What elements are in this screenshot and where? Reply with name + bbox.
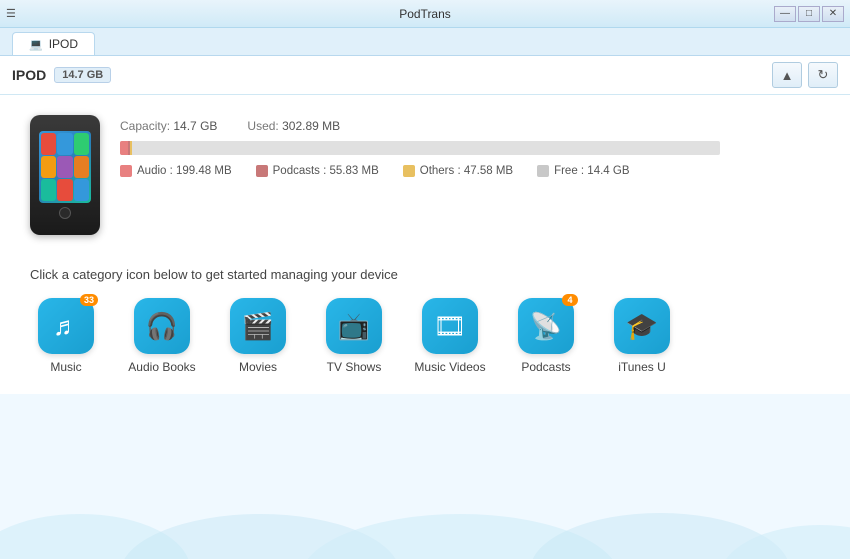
storage-bar <box>120 141 720 155</box>
category-icon-music: ♬ <box>38 298 94 354</box>
app-icon-1 <box>41 133 56 155</box>
bar-audio <box>120 141 128 155</box>
category-icon-wrap-audiobooks: 🎧 <box>134 298 190 354</box>
device-home-button <box>59 207 71 219</box>
category-icon-wrap-music: ♬33 <box>38 298 94 354</box>
category-icon-podcasts: 📡 <box>518 298 574 354</box>
device-stats: Capacity: 14.7 GB Used: 302.89 MB <box>120 115 820 177</box>
legend-free: Free : 14.4 GB <box>537 165 629 177</box>
capacity-value: 14.7 GB <box>173 119 217 133</box>
legend-others: Others : 47.58 MB <box>403 165 513 177</box>
app-icon-4 <box>41 156 56 178</box>
legend-podcasts: Podcasts : 55.83 MB <box>256 165 379 177</box>
category-grid: ♬33 Music 🎧 Audio Books 🎬 Movies 📺 TV Shows 🎞 Mus… <box>30 298 820 374</box>
storage-badge: 14.7 GB <box>54 67 111 83</box>
category-icon-wrap-musicvideos: 🎞 <box>422 298 478 354</box>
tab-ipod[interactable]: 💻 IPOD <box>12 32 95 55</box>
refresh-button[interactable]: ↻ <box>808 62 838 88</box>
storage-legend: Audio : 199.48 MB Podcasts : 55.83 MB Ot… <box>120 165 820 177</box>
device-actions: ▲ ↻ <box>772 62 838 88</box>
legend-podcasts-label: Podcasts : 55.83 MB <box>273 165 379 177</box>
category-badge-podcasts: 4 <box>562 294 578 306</box>
device-name-label: IPOD <box>12 67 46 83</box>
device-name-group: IPOD 14.7 GB <box>12 67 111 83</box>
category-icon-itunesu: 🎓 <box>614 298 670 354</box>
used-label: Used: <box>247 119 278 133</box>
category-label-audiobooks: Audio Books <box>128 360 195 374</box>
category-badge-music: 33 <box>80 294 98 306</box>
category-icon-audiobooks: 🎧 <box>134 298 190 354</box>
category-icon-wrap-tvshows: 📺 <box>326 298 382 354</box>
app-icon-7 <box>41 179 56 201</box>
capacity-label: Capacity: <box>120 119 170 133</box>
app-icon-8 <box>57 179 72 201</box>
bar-others <box>130 141 132 155</box>
category-label-music: Music <box>50 360 81 374</box>
category-item-itunesu[interactable]: 🎓 iTunes U <box>606 298 678 374</box>
legend-audio-label: Audio : 199.48 MB <box>137 165 232 177</box>
cloud-decoration <box>0 489 850 559</box>
category-icon-wrap-podcasts: 📡4 <box>518 298 574 354</box>
capacity-stat: Capacity: 14.7 GB <box>120 119 217 133</box>
menu-icon[interactable]: ☰ <box>6 7 16 20</box>
category-section: Click a category icon below to get start… <box>30 263 820 374</box>
app-icon-6 <box>74 156 89 178</box>
title-bar: ☰ PodTrans — □ ✕ <box>0 0 850 28</box>
app-icon-5 <box>57 156 72 178</box>
device-header: IPOD 14.7 GB ▲ ↻ <box>0 56 850 95</box>
stats-row: Capacity: 14.7 GB Used: 302.89 MB <box>120 119 820 133</box>
minimize-button[interactable]: — <box>774 6 796 22</box>
device-info-section: Capacity: 14.7 GB Used: 302.89 MB <box>30 115 820 235</box>
device-screen <box>39 131 91 203</box>
category-title: Click a category icon below to get start… <box>30 267 820 282</box>
eject-button[interactable]: ▲ <box>772 62 802 88</box>
category-label-itunesu: iTunes U <box>618 360 666 374</box>
category-icon-wrap-movies: 🎬 <box>230 298 286 354</box>
category-item-tvshows[interactable]: 📺 TV Shows <box>318 298 390 374</box>
app-icon-3 <box>74 133 89 155</box>
main-content: Capacity: 14.7 GB Used: 302.89 MB <box>0 95 850 394</box>
category-item-musicvideos[interactable]: 🎞 Music Videos <box>414 298 486 374</box>
legend-dot-others <box>403 165 415 177</box>
category-label-tvshows: TV Shows <box>327 360 382 374</box>
tab-device-icon: 💻 <box>29 38 43 51</box>
tab-label: IPOD <box>49 37 78 51</box>
category-label-movies: Movies <box>239 360 277 374</box>
used-stat: Used: 302.89 MB <box>247 119 340 133</box>
window-title: PodTrans <box>399 7 451 21</box>
category-label-musicvideos: Music Videos <box>414 360 485 374</box>
category-item-audiobooks[interactable]: 🎧 Audio Books <box>126 298 198 374</box>
app-icon-9 <box>74 179 89 201</box>
tab-bar: 💻 IPOD <box>0 28 850 56</box>
category-icon-wrap-itunesu: 🎓 <box>614 298 670 354</box>
category-icon-musicvideos: 🎞 <box>422 298 478 354</box>
storage-bar-container <box>120 141 820 155</box>
category-item-music[interactable]: ♬33 Music <box>30 298 102 374</box>
legend-dot-free <box>537 165 549 177</box>
category-item-podcasts[interactable]: 📡4 Podcasts <box>510 298 582 374</box>
category-item-movies[interactable]: 🎬 Movies <box>222 298 294 374</box>
legend-free-label: Free : 14.4 GB <box>554 165 629 177</box>
legend-dot-podcasts <box>256 165 268 177</box>
legend-audio: Audio : 199.48 MB <box>120 165 232 177</box>
window-controls: — □ ✕ <box>774 6 844 22</box>
legend-others-label: Others : 47.58 MB <box>420 165 513 177</box>
used-value: 302.89 MB <box>282 119 340 133</box>
legend-dot-audio <box>120 165 132 177</box>
category-label-podcasts: Podcasts <box>521 360 570 374</box>
close-button[interactable]: ✕ <box>822 6 844 22</box>
app-icon-2 <box>57 133 72 155</box>
category-icon-tvshows: 📺 <box>326 298 382 354</box>
maximize-button[interactable]: □ <box>798 6 820 22</box>
device-image <box>30 115 100 235</box>
category-icon-movies: 🎬 <box>230 298 286 354</box>
